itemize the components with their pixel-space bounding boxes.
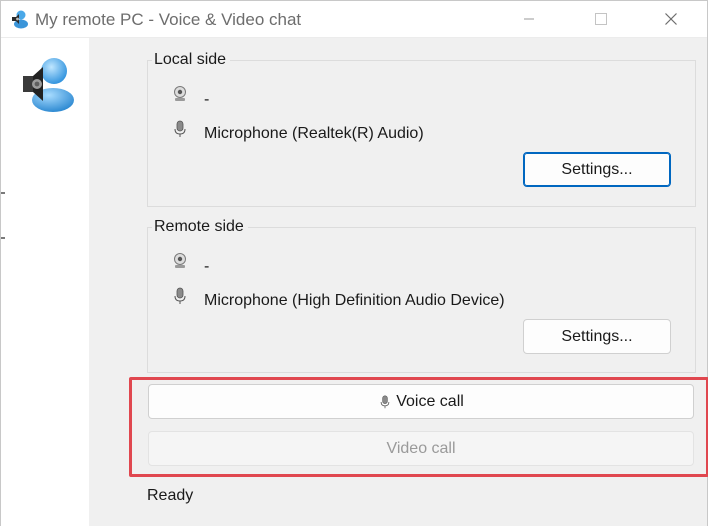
local-camera-value: - bbox=[204, 91, 210, 108]
close-button[interactable] bbox=[648, 1, 694, 37]
webcam-icon bbox=[174, 253, 186, 268]
voice-call-label: Voice call bbox=[396, 392, 464, 410]
voice-chat-user-icon bbox=[23, 58, 74, 112]
microphone-icon bbox=[174, 120, 186, 137]
microphone-icon bbox=[380, 394, 390, 408]
maximize-button[interactable] bbox=[578, 1, 624, 37]
title-bar[interactable]: My remote PC - Voice & Video chat bbox=[1, 1, 707, 38]
voice-video-chat-window: My remote PC - Voice & Video chat Local … bbox=[0, 0, 708, 526]
local-side-label: Local side bbox=[152, 51, 231, 69]
voice-call-button[interactable]: Voice call bbox=[148, 384, 694, 419]
left-pane bbox=[1, 38, 89, 526]
app-speaker-user-icon bbox=[12, 10, 28, 29]
local-settings-button[interactable]: Settings... bbox=[523, 152, 671, 187]
close-icon bbox=[665, 13, 677, 25]
local-microphone-value: Microphone (Realtek(R) Audio) bbox=[204, 125, 424, 142]
window-title: My remote PC - Voice & Video chat bbox=[35, 10, 302, 29]
microphone-icon bbox=[174, 287, 186, 304]
remote-side-group: Remote side - Microphone (High Definitio… bbox=[147, 218, 696, 373]
status-text: Ready bbox=[147, 487, 194, 504]
edge-mark bbox=[1, 192, 5, 194]
minimize-button[interactable] bbox=[506, 1, 552, 37]
remote-camera-value: - bbox=[204, 258, 210, 275]
remote-microphone-value: Microphone (High Definition Audio Device… bbox=[204, 292, 505, 309]
minimize-icon bbox=[524, 18, 534, 20]
local-side-group: Local side - Microphone (Realtek(R) Audi… bbox=[147, 51, 696, 207]
remote-settings-button[interactable]: Settings... bbox=[523, 319, 671, 354]
maximize-icon bbox=[595, 13, 607, 25]
video-call-button[interactable]: Video call bbox=[148, 431, 694, 466]
webcam-icon bbox=[174, 86, 186, 101]
remote-side-label: Remote side bbox=[152, 218, 248, 236]
content-area: Local side - Microphone (Realtek(R) Audi… bbox=[89, 38, 707, 526]
edge-mark bbox=[1, 237, 5, 239]
